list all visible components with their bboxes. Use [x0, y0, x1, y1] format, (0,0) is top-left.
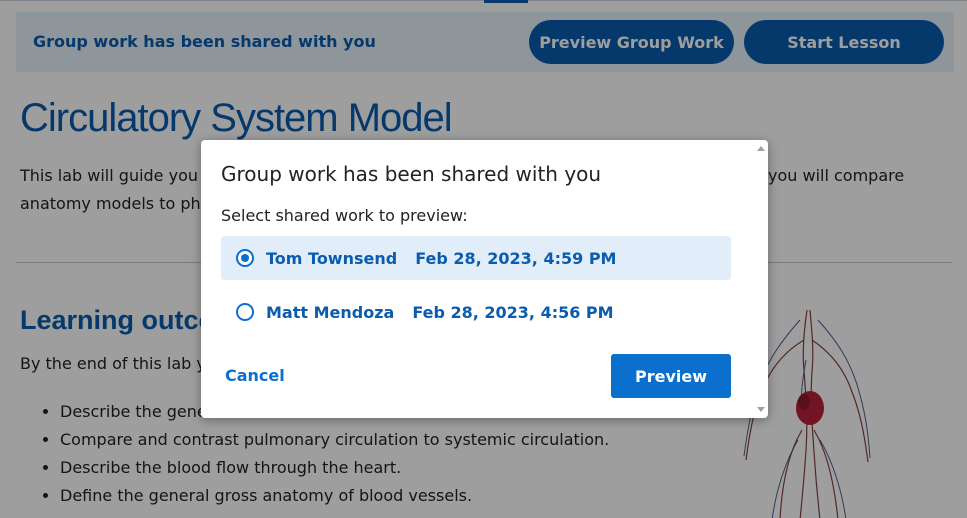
radio-checked-icon[interactable] [236, 249, 254, 267]
cancel-button[interactable]: Cancel [225, 366, 285, 385]
scroll-up-icon[interactable] [757, 146, 765, 151]
dialog-title: Group work has been shared with you [221, 162, 602, 186]
shared-work-option-tom-townsend[interactable]: Tom Townsend Feb 28, 2023, 4:59 PM [221, 236, 731, 280]
page: Group work has been shared with you Prev… [0, 0, 967, 518]
dialog-subtitle: Select shared work to preview: [221, 206, 468, 225]
radio-unchecked-icon[interactable] [236, 303, 254, 321]
option-date: Feb 28, 2023, 4:59 PM [415, 248, 617, 268]
option-date: Feb 28, 2023, 4:56 PM [412, 302, 614, 322]
shared-work-option-matt-mendoza[interactable]: Matt Mendoza Feb 28, 2023, 4:56 PM [221, 290, 731, 334]
scroll-down-icon[interactable] [757, 407, 765, 412]
option-name: Matt Mendoza [266, 302, 395, 322]
dialog-scrollbar[interactable] [754, 140, 768, 418]
preview-button[interactable]: Preview [611, 354, 731, 398]
option-name: Tom Townsend [266, 248, 398, 268]
shared-work-dialog: Group work has been shared with you Sele… [201, 140, 768, 418]
